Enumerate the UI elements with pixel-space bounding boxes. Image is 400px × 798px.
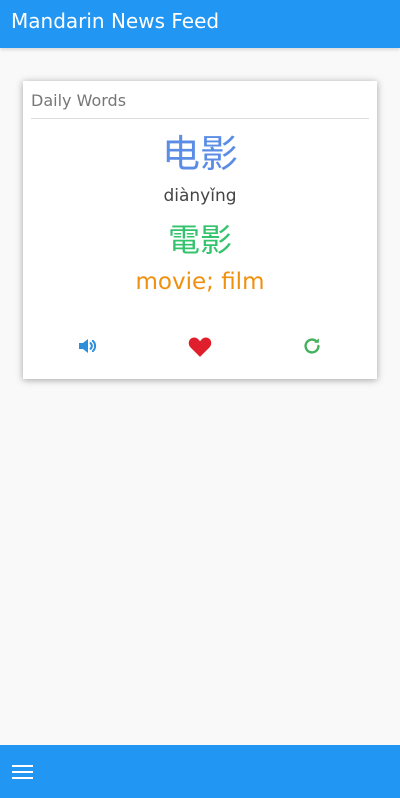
app-title: Mandarin News Feed bbox=[11, 9, 220, 33]
daily-words-card: Daily Words 电影 diànyǐng 電影 movie; film bbox=[23, 81, 377, 379]
favorite-button[interactable] bbox=[185, 333, 215, 363]
hamburger-menu-icon[interactable] bbox=[11, 763, 35, 781]
card-actions bbox=[23, 333, 377, 363]
refresh-word-button[interactable] bbox=[297, 333, 327, 363]
play-audio-button[interactable] bbox=[73, 333, 103, 363]
refresh-icon bbox=[301, 335, 323, 361]
card-header: Daily Words bbox=[31, 88, 369, 119]
simplified-word: 电影 bbox=[161, 132, 238, 176]
traditional-word: 電影 bbox=[167, 221, 232, 259]
bottom-app-bar bbox=[0, 745, 400, 798]
card-header-label: Daily Words bbox=[31, 91, 127, 110]
english-meaning: movie; film bbox=[135, 269, 265, 295]
pinyin-text: diànyǐng bbox=[163, 186, 237, 206]
top-app-bar: Mandarin News Feed bbox=[0, 0, 400, 48]
speaker-icon bbox=[76, 334, 100, 362]
heart-icon bbox=[187, 334, 213, 362]
app-screen: Mandarin News Feed Daily Words 电影 diànyǐ… bbox=[0, 0, 400, 798]
